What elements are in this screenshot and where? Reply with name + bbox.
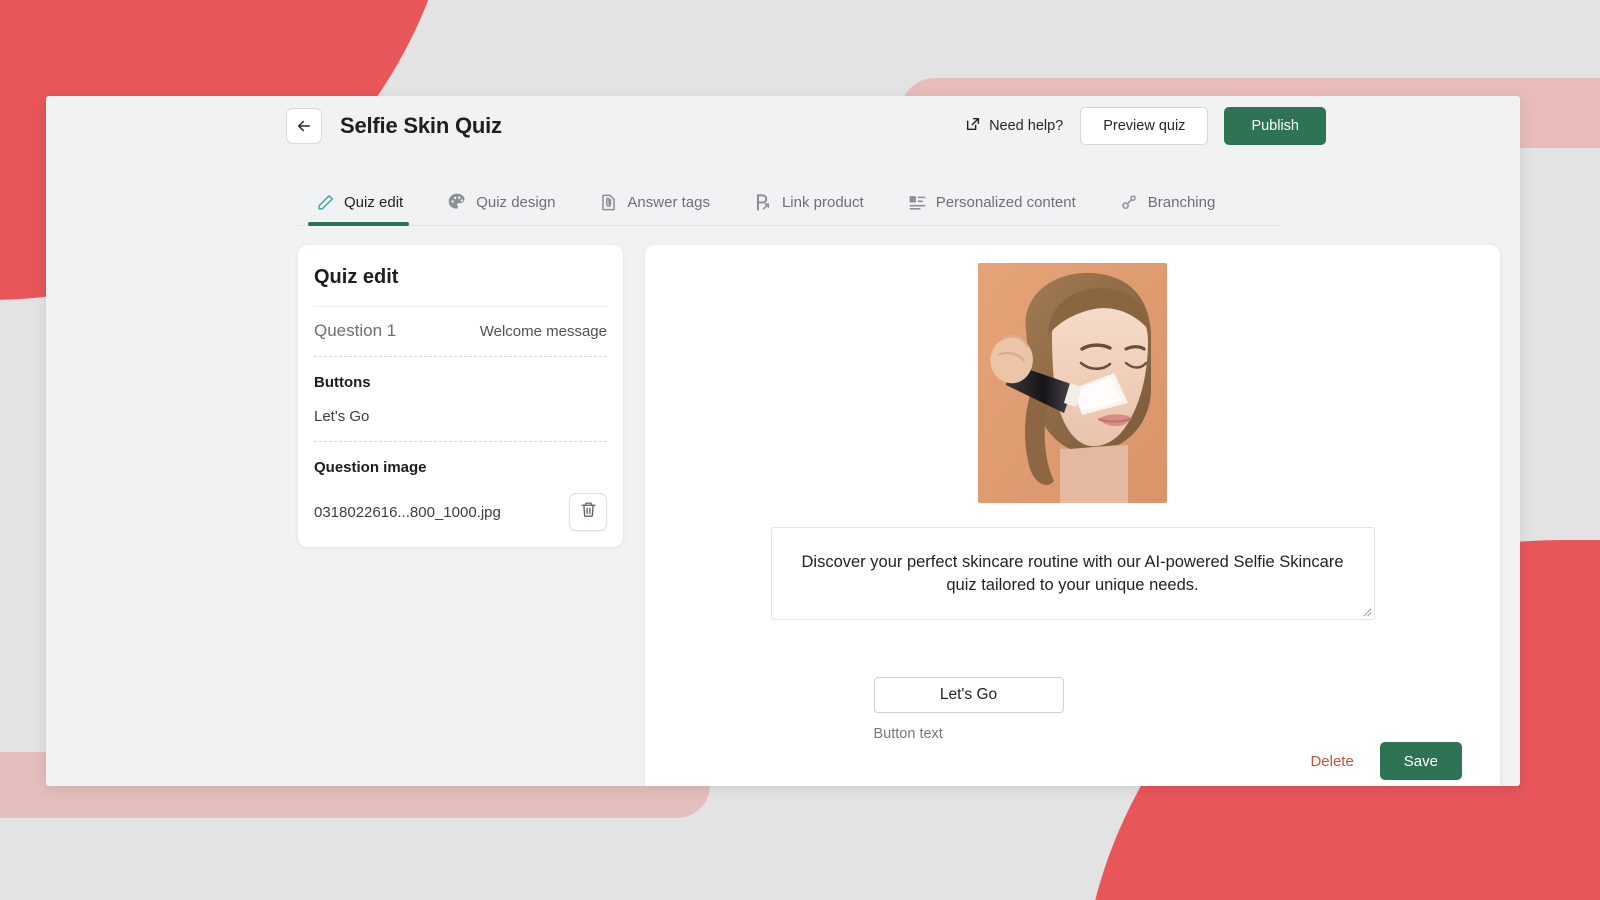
tab-label: Personalized content [936,194,1076,211]
palette-icon [447,192,467,212]
tab-link-product[interactable]: Link product [736,193,890,225]
welcome-message-text: Discover your perfect skincare routine w… [794,551,1352,596]
quiz-edit-sidebar-card: Quiz edit Question 1 Welcome message But… [298,245,623,547]
welcome-message-textarea[interactable]: Discover your perfect skincare routine w… [771,527,1375,620]
tab-label: Link product [782,194,864,211]
preview-quiz-button[interactable]: Preview quiz [1080,107,1208,145]
tab-label: Quiz design [476,194,555,211]
buttons-section-title: Buttons [314,374,607,391]
branch-node-icon [1120,193,1139,212]
question-image-preview [978,263,1167,503]
woman-applying-skincare-photo [978,263,1167,503]
question-row[interactable]: Question 1 Welcome message [314,307,607,357]
tab-label: Answer tags [627,194,710,211]
resize-handle-icon[interactable] [1361,606,1372,617]
tab-quiz-edit[interactable]: Quiz edit [298,193,429,225]
sidebar-title: Quiz edit [314,245,607,307]
screen-root: Selfie Skin Quiz Need help? Preview quiz… [0,0,1600,900]
trash-icon [580,501,597,523]
publish-button[interactable]: Publish [1224,107,1326,145]
tab-quiz-design[interactable]: Quiz design [429,192,581,225]
header-left-group: Selfie Skin Quiz [286,108,502,144]
pencil-icon [316,193,335,212]
app-window: Selfie Skin Quiz Need help? Preview quiz… [46,96,1520,786]
question-type-value: Welcome message [480,323,607,340]
tab-bar: Quiz edit Quiz design [298,180,1280,226]
tab-label: Branching [1148,194,1216,211]
app-body: Quiz edit Question 1 Welcome message But… [46,226,1520,786]
tab-answer-tags[interactable]: Answer tags [581,193,736,225]
tab-personalized-content[interactable]: Personalized content [890,193,1102,225]
document-paperclip-icon [599,193,618,212]
content-list-icon [908,193,927,212]
cta-inner: Let's Go Button text [874,677,1064,742]
delete-button[interactable]: Delete [1294,744,1369,779]
need-help-link[interactable]: Need help? [965,116,1063,136]
editor-footer-actions: Delete Save [673,742,1472,780]
question-image-row: 0318022616...800_1000.jpg [314,493,607,531]
button-list-item[interactable]: Let's Go [314,408,607,425]
page-title: Selfie Skin Quiz [340,113,502,139]
question-editor-card: Discover your perfect skincare routine w… [645,245,1500,786]
question-image-filename: 0318022616...800_1000.jpg [314,504,501,521]
tag-arrow-icon [754,193,773,212]
buttons-section: Buttons Let's Go [314,357,607,442]
cta-caption-label: Button text [874,726,1064,742]
save-button[interactable]: Save [1380,742,1462,780]
need-help-label: Need help? [989,118,1063,134]
back-button[interactable] [286,108,322,144]
tab-branching[interactable]: Branching [1102,193,1242,225]
cta-area: Let's Go Button text [771,677,1375,742]
delete-image-button[interactable] [569,493,607,531]
cta-preview-button[interactable]: Let's Go [874,677,1064,713]
tab-label: Quiz edit [344,194,403,211]
app-header: Selfie Skin Quiz Need help? Preview quiz… [46,96,1520,158]
arrow-left-icon [295,117,313,135]
question-image-section: Question image 0318022616...800_1000.jpg [314,442,607,547]
header-right-group: Need help? Preview quiz Publish [965,107,1326,145]
question-image-section-title: Question image [314,459,607,476]
question-label: Question 1 [314,321,396,341]
external-link-icon [965,116,981,136]
